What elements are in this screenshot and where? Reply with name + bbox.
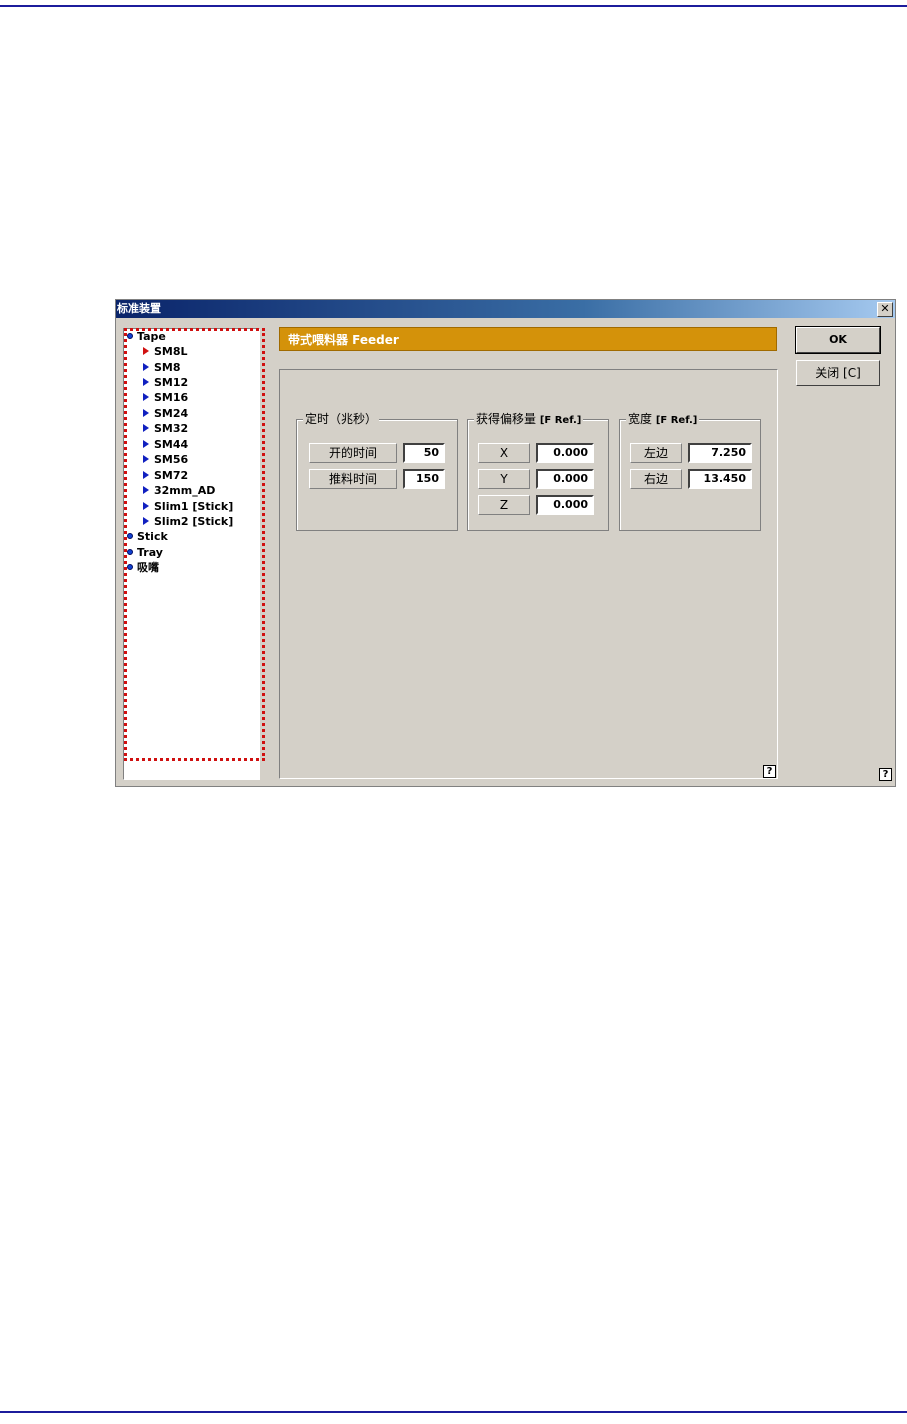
tree-item-tray[interactable]: Tray bbox=[127, 545, 163, 560]
ok-button[interactable]: OK bbox=[795, 326, 881, 354]
tree-item-sm72[interactable]: SM72 bbox=[143, 468, 188, 483]
arrow-icon bbox=[143, 409, 149, 417]
offset-group: 获得偏移量 [F Ref.] X 0.000 Y 0.000 Z 0.000 bbox=[467, 411, 609, 531]
tree-item-sm12[interactable]: SM12 bbox=[143, 375, 188, 390]
arrow-icon bbox=[143, 502, 149, 510]
arrow-icon bbox=[143, 363, 149, 371]
width-group-title: 宽度 [F Ref.] bbox=[626, 411, 700, 429]
tree-item-sm56[interactable]: SM56 bbox=[143, 452, 188, 467]
arrow-icon bbox=[143, 424, 149, 432]
node-dot-icon bbox=[127, 564, 133, 570]
timing-group: 定时（兆秒） 开的时间 50 推料时间 150 bbox=[296, 411, 458, 531]
close-button[interactable]: 关闭 [C] bbox=[796, 360, 880, 386]
node-dot-icon bbox=[127, 333, 133, 339]
node-dot-icon bbox=[127, 533, 133, 539]
tree-item-sm8[interactable]: SM8 bbox=[143, 360, 181, 375]
arrow-icon bbox=[143, 440, 149, 448]
tree-item-sm44[interactable]: SM44 bbox=[143, 437, 188, 452]
tree-item-stick[interactable]: Stick bbox=[127, 529, 168, 544]
tree-item-sm32[interactable]: SM32 bbox=[143, 421, 188, 436]
page-top-rule bbox=[0, 5, 907, 7]
arrow-icon bbox=[143, 455, 149, 463]
right-width-label: 右边 bbox=[630, 469, 682, 489]
node-dot-icon bbox=[127, 549, 133, 555]
arrow-icon bbox=[143, 378, 149, 386]
arrow-icon bbox=[143, 471, 149, 479]
arrow-icon bbox=[143, 517, 149, 525]
z-label: Z bbox=[478, 495, 530, 515]
tree-item-sm16[interactable]: SM16 bbox=[143, 390, 188, 405]
tree-item-sm8l[interactable]: SM8L bbox=[143, 344, 188, 359]
x-label: X bbox=[478, 443, 530, 463]
arrow-icon bbox=[143, 486, 149, 494]
feeder-tree[interactable]: Tape SM8L SM8 SM12 SM16 SM24 SM32 SM44 S… bbox=[123, 328, 260, 780]
tree-item-nozzle[interactable]: 吸嘴 bbox=[127, 560, 159, 575]
selected-arrow-icon bbox=[143, 347, 149, 355]
push-time-label: 推料时间 bbox=[309, 469, 397, 489]
y-label: Y bbox=[478, 469, 530, 489]
standard-setup-dialog: 标准装置 ✕ Tape SM8L SM8 SM12 SM16 SM24 SM32… bbox=[115, 299, 896, 787]
settings-panel: 定时（兆秒） 开的时间 50 推料时间 150 获得偏移量 [F Ref.] X… bbox=[279, 369, 778, 779]
open-time-label: 开的时间 bbox=[309, 443, 397, 463]
tree-item-slim2[interactable]: Slim2 [Stick] bbox=[143, 514, 233, 529]
title-bar[interactable]: 标准装置 ✕ bbox=[116, 300, 895, 318]
dialog-help-icon[interactable]: ? bbox=[879, 768, 892, 781]
window-title: 标准装置 bbox=[117, 302, 161, 315]
z-offset-field[interactable]: 0.000 bbox=[536, 495, 594, 515]
close-icon[interactable]: ✕ bbox=[877, 302, 893, 317]
timing-group-title: 定时（兆秒） bbox=[303, 411, 380, 427]
right-width-field[interactable]: 13.450 bbox=[688, 469, 752, 489]
feeder-type-banner: 带式喂料器 Feeder bbox=[279, 327, 777, 351]
left-width-field[interactable]: 7.250 bbox=[688, 443, 752, 463]
y-offset-field[interactable]: 0.000 bbox=[536, 469, 594, 489]
left-width-label: 左边 bbox=[630, 443, 682, 463]
tree-item-tape[interactable]: Tape bbox=[127, 329, 166, 344]
width-group: 宽度 [F Ref.] 左边 7.250 右边 13.450 bbox=[619, 411, 761, 531]
tree-item-sm24[interactable]: SM24 bbox=[143, 406, 188, 421]
open-time-field[interactable]: 50 bbox=[403, 443, 445, 463]
page-bottom-rule bbox=[0, 1411, 907, 1413]
tree-item-slim1[interactable]: Slim1 [Stick] bbox=[143, 499, 233, 514]
offset-group-title: 获得偏移量 [F Ref.] bbox=[474, 411, 584, 429]
arrow-icon bbox=[143, 393, 149, 401]
panel-help-icon[interactable]: ? bbox=[763, 765, 776, 778]
x-offset-field[interactable]: 0.000 bbox=[536, 443, 594, 463]
push-time-field[interactable]: 150 bbox=[403, 469, 445, 489]
tree-item-32mm-ad[interactable]: 32mm_AD bbox=[143, 483, 215, 498]
